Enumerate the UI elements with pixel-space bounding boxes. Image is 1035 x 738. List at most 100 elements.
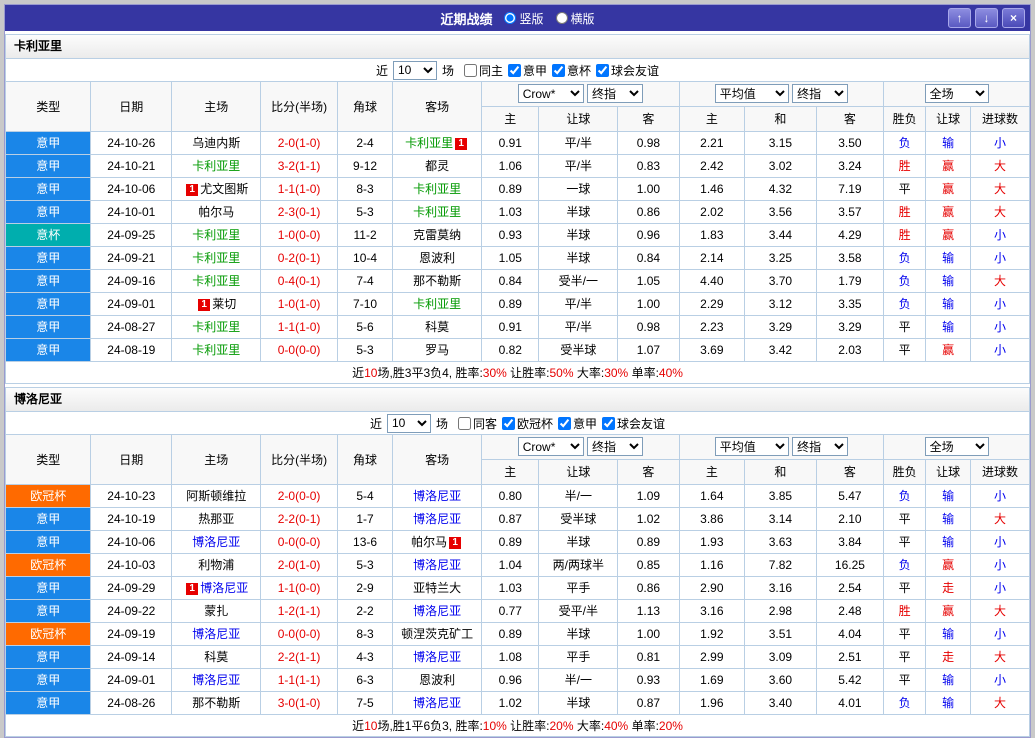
odds-stage-select[interactable]: 终指	[587, 437, 644, 457]
bookmaker-select[interactable]: Crow*	[517, 437, 584, 457]
filter-checkbox[interactable]: 意甲	[558, 415, 597, 432]
result-wl-cell: 平	[883, 644, 927, 669]
handicap-line-cell: 受半/一	[538, 268, 619, 293]
recent-count-select[interactable]: 10	[392, 60, 437, 80]
score-cell: 1-2(1-1)	[260, 598, 338, 623]
result-wl-cell: 负	[883, 552, 927, 577]
handicap-home-odds-cell: 0.77	[481, 598, 540, 623]
team-cell: 乌迪内斯	[171, 130, 262, 155]
avg-away-odds-cell: 2.03	[815, 337, 885, 362]
match-row: 欧冠杯 24-10-23 阿斯顿维拉 2-0(0-0) 5-4 博洛尼亚 0.80 半/一 1.…	[5, 483, 1030, 508]
team-cell: 卡利亚里	[171, 337, 262, 362]
team-name: 卡利亚里	[413, 297, 462, 311]
average-source-select[interactable]: 平均值	[714, 437, 789, 457]
date-cell: 24-09-14	[90, 644, 173, 669]
result-goals-cell: 大	[970, 199, 1030, 224]
match-row: 意杯 24-09-25 卡利亚里 1-0(0-0) 11-2 克雷莫纳 0.93 半球 0.96…	[5, 222, 1030, 247]
filter-checkbox-input[interactable]	[602, 416, 616, 430]
team-name: 恩波利	[419, 673, 456, 687]
radio-vertical-layout[interactable]: 竖版	[504, 10, 544, 27]
handicap-home-odds-cell: 0.91	[481, 130, 540, 155]
average-stage-select[interactable]: 终指	[792, 84, 849, 104]
results-table: 类型 日期 主场 比分(半场) 角球 客场 Crow* 终指 平均值 终指 全场…	[5, 434, 1030, 715]
radio-input-horizontal[interactable]	[555, 12, 568, 24]
odds-stage-select[interactable]: 终指	[587, 84, 644, 104]
team-cell: 博洛尼亚	[392, 598, 483, 623]
scroll-down-button[interactable]: ↓	[975, 8, 998, 28]
date-cell: 24-09-22	[90, 598, 173, 623]
col-header-score: 比分(半场)	[260, 81, 338, 132]
scroll-up-button[interactable]: ↑	[948, 8, 971, 28]
red-card-badge: 1	[186, 583, 199, 595]
team-name: 利物浦	[198, 558, 235, 572]
filter-checkbox[interactable]: 意甲	[508, 62, 547, 79]
league-type-cell: 意甲	[5, 667, 92, 692]
date-cell: 24-09-21	[90, 245, 173, 270]
filter-checkbox-input[interactable]	[552, 63, 566, 77]
team-cell: 1 莱切	[171, 291, 262, 316]
handicap-home-odds-cell: 1.05	[481, 245, 540, 270]
score-cell: 3-2(1-1)	[260, 153, 338, 178]
filter-checkbox[interactable]: 欧冠杯	[502, 415, 553, 432]
match-row: 意甲 24-09-14 科莫 2-2(1-1) 4-3 博洛尼亚 1.08 平手 0.81 2.9…	[5, 644, 1030, 669]
bookmaker-select[interactable]: Crow*	[517, 84, 584, 104]
avg-draw-odds-cell: 3.70	[744, 268, 817, 293]
result-handicap-cell: 走	[925, 575, 972, 600]
team-name: 博洛尼亚	[192, 673, 241, 687]
filter-checkbox-input[interactable]	[596, 63, 610, 77]
handicap-line-cell: 受半球	[538, 506, 619, 531]
score-cell: 2-0(1-0)	[260, 552, 338, 577]
handicap-home-odds-cell: 1.03	[481, 575, 540, 600]
match-row: 欧冠杯 24-09-19 博洛尼亚 0-0(0-0) 8-3 顿涅茨克矿工 0.89 半球 1.…	[5, 621, 1030, 646]
radio-horizontal-layout[interactable]: 横版	[555, 10, 595, 27]
summary-segment: 40%	[604, 718, 629, 733]
radio-vertical-label: 竖版	[519, 11, 544, 26]
handicap-away-odds-cell: 1.05	[617, 268, 680, 293]
team-name: 罗马	[425, 343, 450, 358]
handicap-away-odds-cell: 0.81	[617, 644, 680, 669]
result-wl-cell: 胜	[883, 199, 927, 224]
corner-cell: 2-2	[336, 598, 394, 623]
filter-checkbox[interactable]: 意杯	[552, 62, 591, 79]
team-name: 尤文图斯	[200, 182, 249, 196]
radio-input-vertical[interactable]	[504, 12, 517, 24]
score-cell: 0-2(0-1)	[260, 245, 338, 270]
recent-count-select[interactable]: 10	[386, 413, 431, 433]
filter-checkbox-input[interactable]	[463, 63, 477, 77]
league-type-cell: 意甲	[5, 690, 92, 715]
result-handicap-cell: 输	[925, 483, 972, 508]
average-source-select[interactable]: 平均值	[714, 84, 789, 104]
filter-checkbox-input[interactable]	[558, 416, 572, 430]
col-header-corner: 角球	[336, 434, 394, 485]
handicap-away-odds-cell: 1.00	[617, 621, 680, 646]
scope-select[interactable]: 全场	[924, 437, 989, 457]
scope-select[interactable]: 全场	[924, 84, 989, 104]
team-cell: 利物浦	[171, 552, 262, 577]
result-wl-cell: 平	[883, 314, 927, 339]
team-cell: 都灵	[392, 153, 483, 178]
team-name: 乌迪内斯	[192, 136, 241, 150]
date-cell: 24-10-21	[90, 153, 173, 178]
result-handicap-cell: 输	[925, 690, 972, 715]
filter-checkbox-input[interactable]	[502, 416, 515, 430]
filter-checkbox-input[interactable]	[508, 63, 521, 77]
match-row: 意甲 24-08-26 那不勒斯 3-0(1-0) 7-5 博洛尼亚 1.02 半球 0.87 1…	[5, 690, 1030, 715]
avg-draw-odds-cell: 3.60	[744, 667, 817, 692]
date-cell: 24-09-25	[90, 222, 173, 247]
filter-checkbox[interactable]: 球会友谊	[602, 415, 665, 432]
filter-checkbox-label: 球会友谊	[611, 63, 660, 78]
team-cell: 卡利亚里	[171, 268, 262, 293]
score-cell: 1-1(1-1)	[260, 667, 338, 692]
team-name: 卡利亚里	[192, 274, 241, 288]
handicap-home-odds-cell: 0.96	[481, 667, 540, 692]
close-button[interactable]: ×	[1002, 8, 1025, 28]
filter-checkbox[interactable]: 同客	[457, 415, 497, 432]
date-cell: 24-10-26	[90, 130, 173, 155]
match-row: 意甲 24-09-29 1 博洛尼亚 1-1(0-0) 2-9 亚特兰大 1.03 平手 0.86…	[5, 575, 1030, 600]
filter-checkbox[interactable]: 同主	[463, 62, 503, 79]
avg-home-odds-cell: 3.16	[678, 598, 746, 623]
league-type-cell: 意甲	[5, 176, 92, 201]
filter-checkbox-input[interactable]	[457, 416, 471, 430]
filter-checkbox[interactable]: 球会友谊	[596, 62, 659, 79]
average-stage-select[interactable]: 终指	[792, 437, 849, 457]
